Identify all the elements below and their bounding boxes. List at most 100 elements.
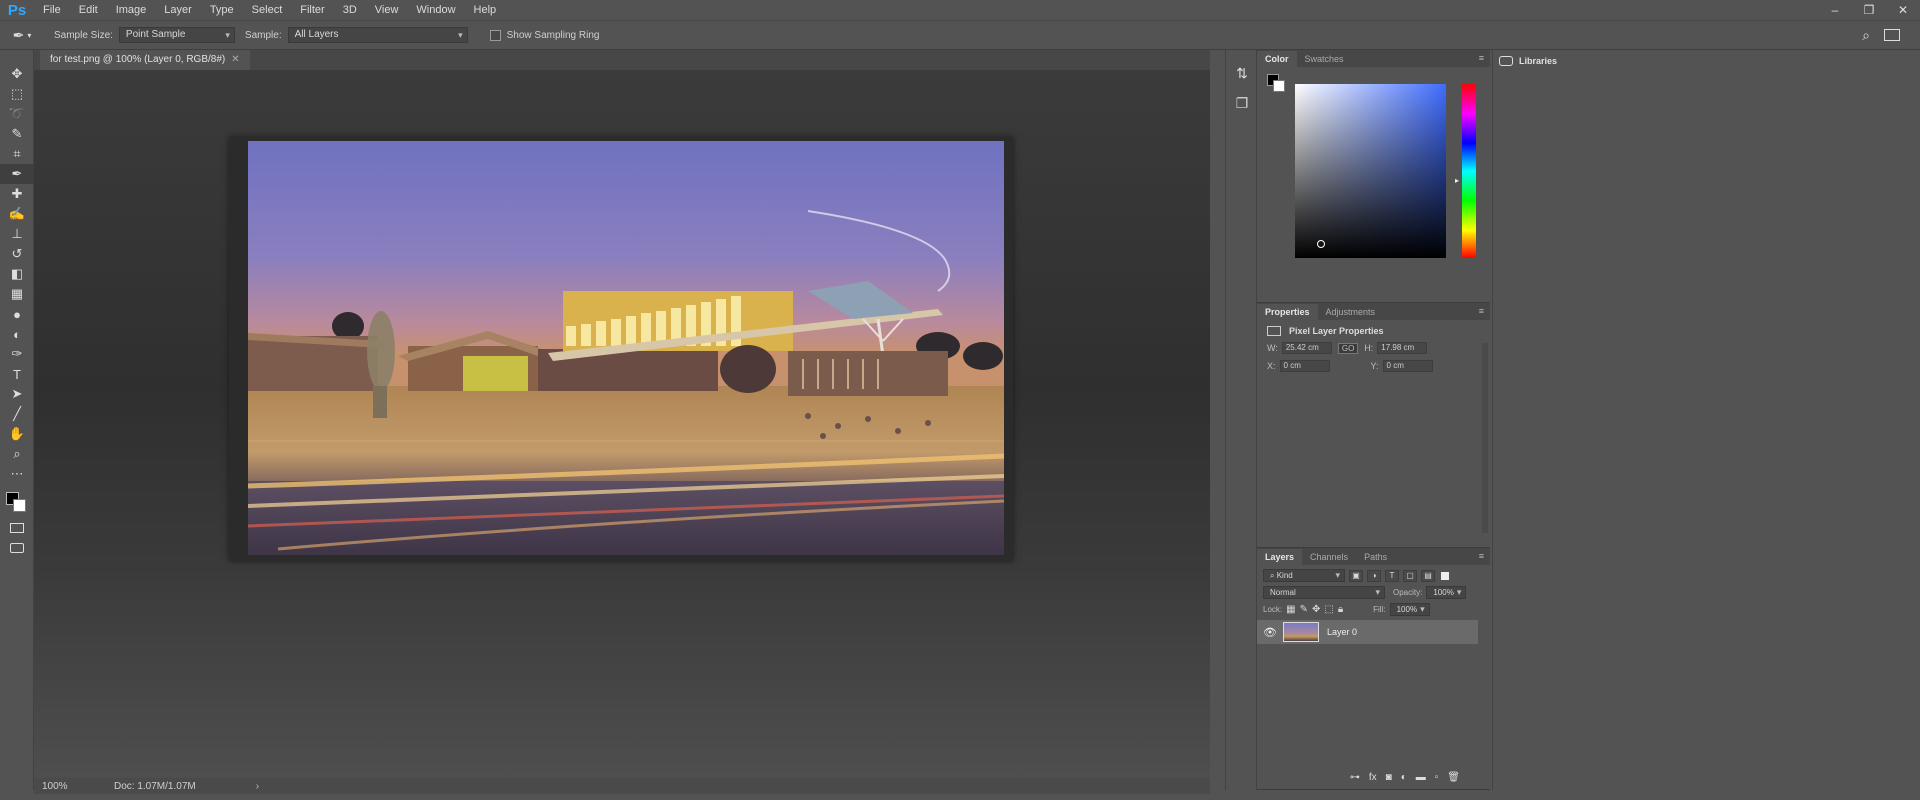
more-tools[interactable]: ⋯ <box>0 464 34 484</box>
filter-adjustment-icon[interactable]: ◑ <box>1367 569 1381 582</box>
layer-filter-kind[interactable]: ⌕ Kind <box>1263 569 1345 582</box>
hand-tool[interactable]: ✋ <box>0 424 34 444</box>
filter-smart-object-icon[interactable]: ▤ <box>1421 569 1435 582</box>
filter-type-icon[interactable]: T <box>1385 569 1399 582</box>
move-tool[interactable]: ✥ <box>0 64 34 84</box>
document-tab[interactable]: for test.png @ 100% (Layer 0, RGB/8#) ✕ <box>40 50 250 70</box>
search-icon[interactable]: ⌕ <box>1862 27 1870 44</box>
dodge-tool[interactable]: ◐ <box>0 324 34 344</box>
sample-select[interactable]: All Layers <box>287 27 468 43</box>
color-panel-tabs: Color Swatches ≡ <box>1257 50 1490 67</box>
delete-layer-icon[interactable]: 🗑︎ <box>1447 772 1460 783</box>
properties-panel-icon[interactable]: ❐ <box>1226 88 1258 118</box>
workspace-icon[interactable] <box>1884 29 1900 41</box>
menu-view[interactable]: View <box>366 0 408 20</box>
menu-layer[interactable]: Layer <box>155 0 201 20</box>
tab-paths[interactable]: Paths <box>1356 549 1395 565</box>
tab-color[interactable]: Color <box>1257 51 1297 67</box>
stamp-tool[interactable]: ⊥ <box>0 224 34 244</box>
layer-style-icon[interactable]: fx <box>1369 772 1377 783</box>
properties-scrollbar[interactable] <box>1482 343 1488 533</box>
color-field[interactable] <box>1295 84 1446 258</box>
tab-swatches[interactable]: Swatches <box>1297 51 1352 67</box>
marquee-tool[interactable]: ⬚ <box>0 84 34 104</box>
menu-type[interactable]: Type <box>201 0 243 20</box>
filter-pixel-icon[interactable]: ▣ <box>1349 569 1363 582</box>
path-select-tool[interactable]: ➤ <box>0 384 34 404</box>
tab-adjustments[interactable]: Adjustments <box>1318 304 1384 320</box>
menu-filter[interactable]: Filter <box>291 0 333 20</box>
layers-menu-icon[interactable]: ≡ <box>1479 551 1484 561</box>
lasso-tool[interactable]: ➰ <box>0 104 34 124</box>
eyedropper-tool[interactable]: ✒ <box>0 164 34 184</box>
healing-tool[interactable]: ✚ <box>0 184 34 204</box>
layer-row[interactable]: 👁︎ Layer 0 <box>1257 620 1478 644</box>
x-field[interactable]: 0 cm <box>1279 360 1330 372</box>
y-field[interactable]: 0 cm <box>1382 360 1433 372</box>
lock-position-icon[interactable]: ✥ <box>1312 604 1320 615</box>
menu-window[interactable]: Window <box>407 0 464 20</box>
quick-select-tool[interactable]: ✎ <box>0 124 34 144</box>
screen-mode-button[interactable] <box>0 538 34 558</box>
lock-transparency-icon[interactable]: ▦ <box>1286 604 1295 615</box>
shape-tool[interactable]: ╱ <box>0 404 34 424</box>
new-group-icon[interactable]: ▬ <box>1416 772 1426 783</box>
lock-all-icon[interactable]: 🔒︎ <box>1338 604 1343 615</box>
gradient-tool[interactable]: ▦ <box>0 284 34 304</box>
filter-toggle[interactable] <box>1441 571 1449 580</box>
background-color-swatch[interactable] <box>13 499 26 512</box>
tab-properties[interactable]: Properties <box>1257 304 1318 320</box>
blur-tool[interactable]: ● <box>0 304 34 324</box>
minimize-button[interactable]: – <box>1818 0 1852 20</box>
panel-menu-icon[interactable]: ≡ <box>1479 53 1484 63</box>
zoom-level[interactable]: 100% <box>34 781 94 792</box>
zoom-tool[interactable]: ⌕ <box>0 444 34 464</box>
show-sampling-ring-checkbox[interactable] <box>489 29 501 41</box>
quick-mask-button[interactable] <box>0 518 34 538</box>
sample-size-select[interactable]: Point Sample <box>118 27 235 43</box>
brush-tool[interactable]: ✍ <box>0 204 34 224</box>
menu-image[interactable]: Image <box>107 0 156 20</box>
new-layer-icon[interactable]: ▫ <box>1435 772 1439 783</box>
type-tool[interactable]: T <box>0 364 34 384</box>
properties-menu-icon[interactable]: ≡ <box>1479 306 1484 316</box>
link-layers-icon[interactable]: ⊶ <box>1350 772 1360 783</box>
lock-pixels-icon[interactable]: ✎ <box>1300 604 1308 615</box>
adjustment-layer-icon[interactable]: ◐ <box>1401 772 1407 783</box>
blend-mode-select[interactable]: Normal <box>1263 586 1385 599</box>
link-dimensions-button[interactable]: GO <box>1337 342 1359 354</box>
crop-tool[interactable]: ⌗ <box>0 144 34 164</box>
menu-edit[interactable]: Edit <box>70 0 107 20</box>
menu-3d[interactable]: 3D <box>334 0 366 20</box>
layer-name[interactable]: Layer 0 <box>1327 627 1357 637</box>
close-button[interactable]: ✕ <box>1886 0 1920 20</box>
color-picker-cursor[interactable] <box>1317 240 1325 248</box>
lock-artboard-icon[interactable]: ⬚ <box>1324 604 1333 615</box>
eyedropper-preset-icon[interactable]: ✒ ▾ <box>0 27 44 44</box>
filter-shape-icon[interactable]: ▢ <box>1403 569 1417 582</box>
libraries-button[interactable]: Libraries <box>1493 50 1568 72</box>
close-tab-icon[interactable]: ✕ <box>231 50 239 70</box>
pen-tool[interactable]: ✑ <box>0 344 34 364</box>
add-mask-icon[interactable]: ◙ <box>1386 772 1392 783</box>
hue-slider-handle[interactable]: ▸ <box>1455 176 1459 185</box>
status-menu-icon[interactable]: › <box>256 781 259 792</box>
history-panel-icon[interactable]: ⇅ <box>1226 58 1258 88</box>
menu-select[interactable]: Select <box>243 0 292 20</box>
eraser-tool[interactable]: ◧ <box>0 264 34 284</box>
height-field[interactable]: 17.98 cm <box>1377 342 1428 354</box>
canvas-image[interactable] <box>248 141 1004 555</box>
width-field[interactable]: 25.42 cm <box>1281 342 1332 354</box>
tab-channels[interactable]: Channels <box>1302 549 1356 565</box>
menu-file[interactable]: File <box>34 0 70 20</box>
restore-button[interactable]: ❐ <box>1852 0 1886 20</box>
background-swatch[interactable] <box>1273 80 1285 92</box>
fill-field[interactable]: 100% <box>1389 603 1430 616</box>
history-brush-tool[interactable]: ↺ <box>0 244 34 264</box>
menu-help[interactable]: Help <box>465 0 506 20</box>
canvas-area[interactable] <box>34 70 1210 778</box>
hue-slider[interactable] <box>1462 84 1476 258</box>
opacity-field[interactable]: 100% <box>1426 586 1467 599</box>
tab-layers[interactable]: Layers <box>1257 549 1303 565</box>
layer-visibility-eye-icon[interactable]: 👁︎ <box>1257 626 1283 639</box>
